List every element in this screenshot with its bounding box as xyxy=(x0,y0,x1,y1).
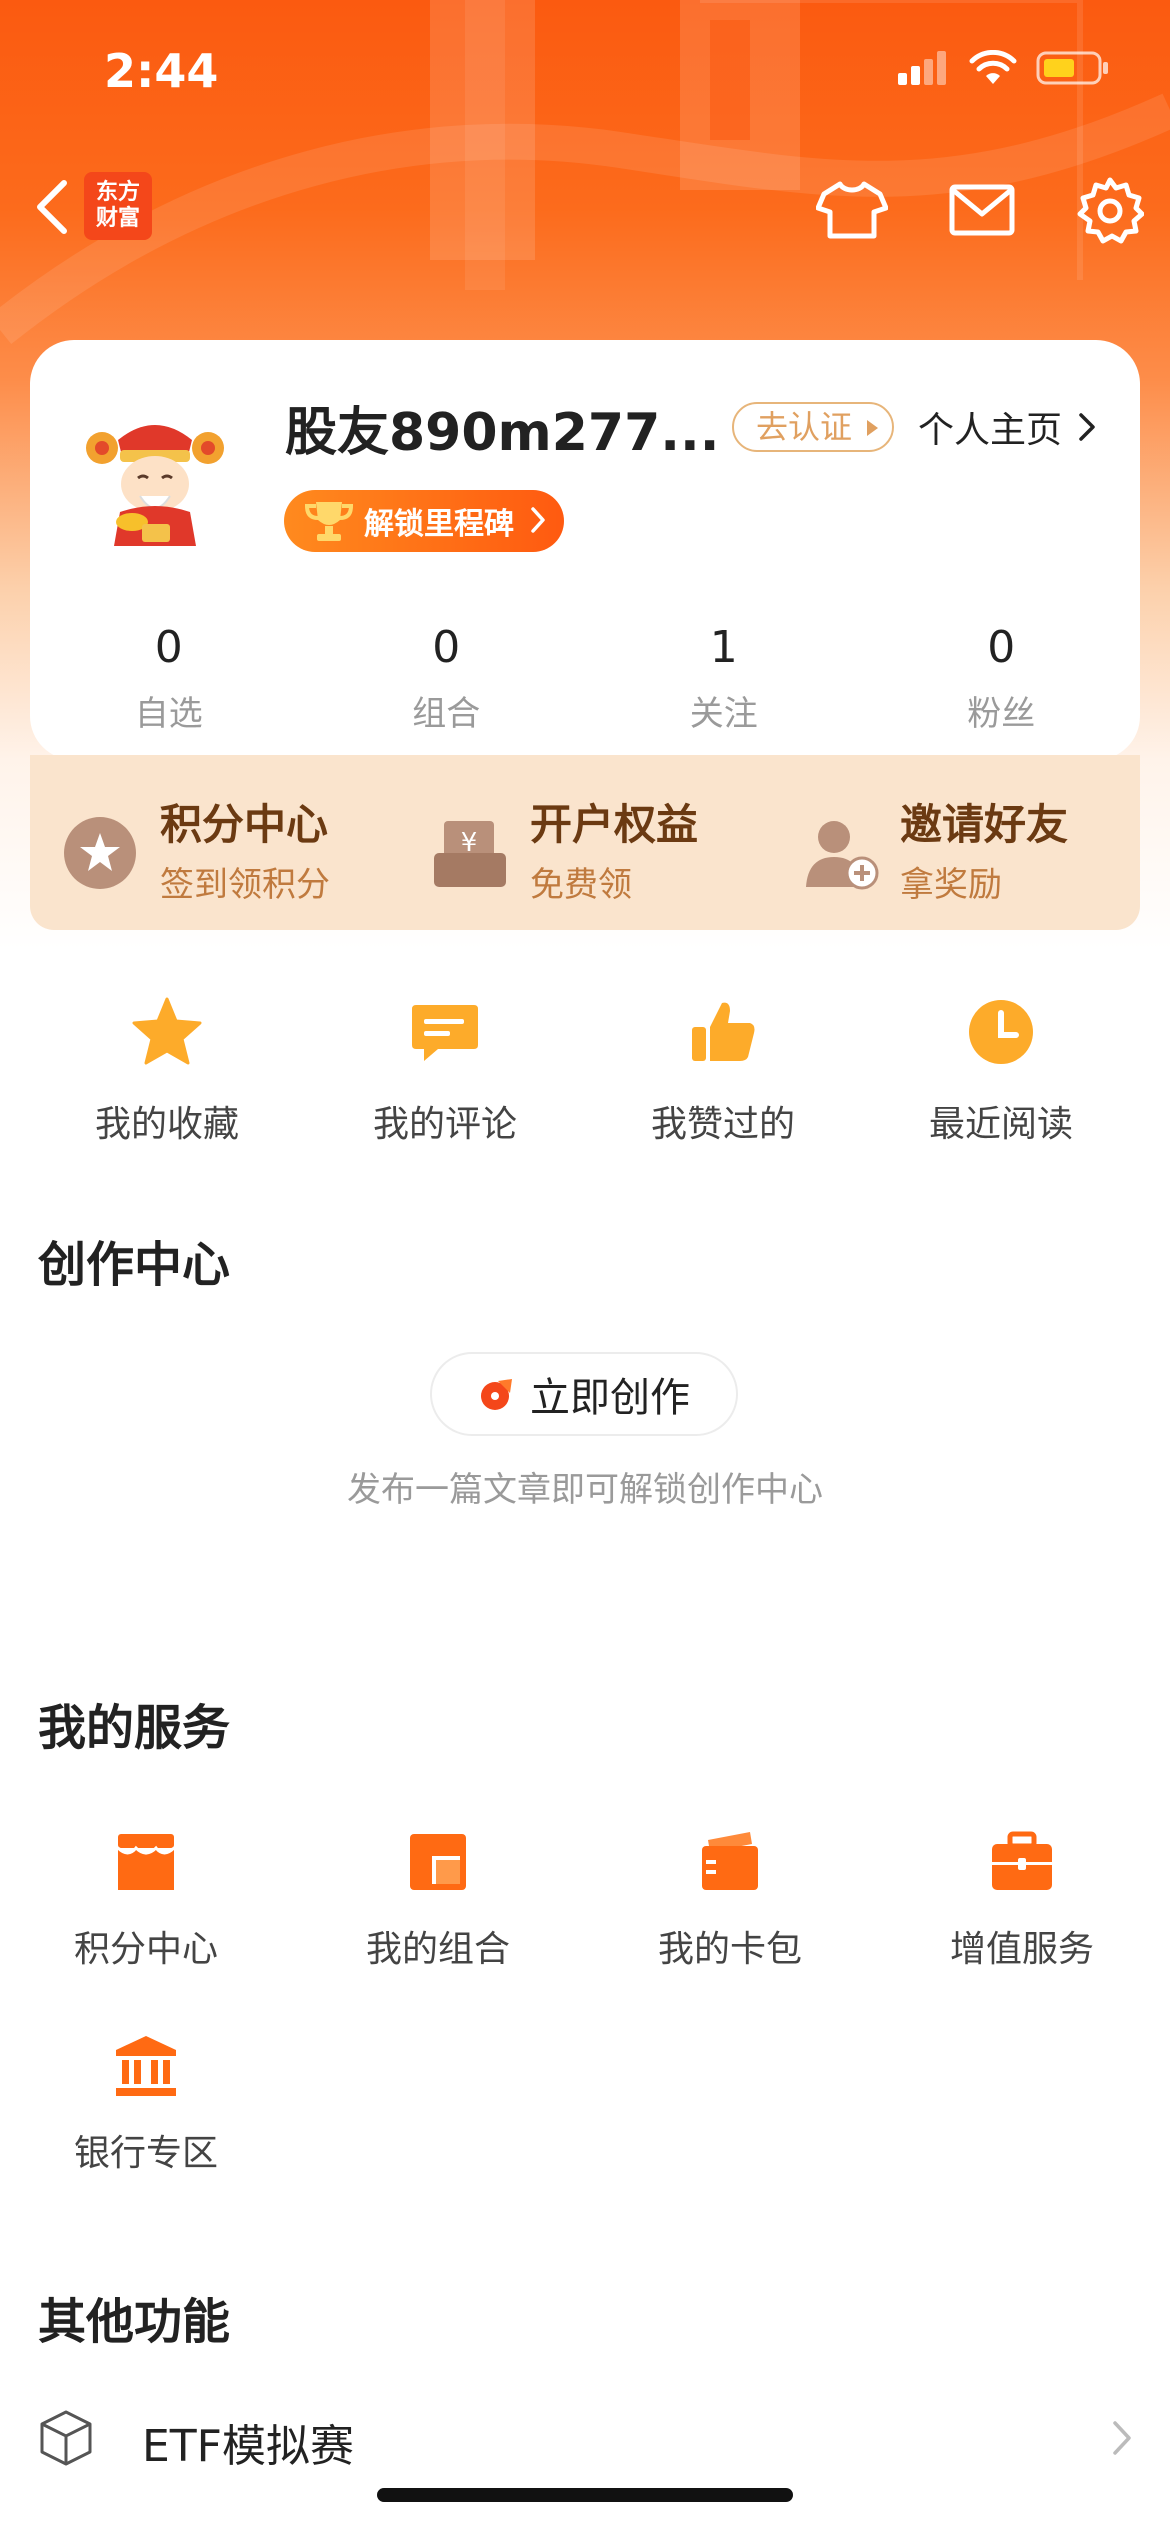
stat-value: 0 xyxy=(432,622,461,673)
etf-label: ETF模拟赛 xyxy=(142,2421,354,2472)
stat-label: 粉丝 xyxy=(967,694,1036,734)
back-button[interactable] xyxy=(24,172,80,242)
benefit-subtitle: 签到领积分 xyxy=(160,865,330,905)
bank-icon xyxy=(116,2036,176,2096)
avatar[interactable] xyxy=(80,400,230,550)
card-wallet-icon xyxy=(702,1832,758,1890)
tshirt-icon xyxy=(816,181,888,239)
battery-icon xyxy=(1036,51,1108,85)
gear-icon xyxy=(1077,177,1144,244)
etf-simulation-row[interactable]: ETF模拟赛 xyxy=(0,2390,1170,2486)
yuan-box-icon: ¥ xyxy=(434,821,506,887)
service-label: 我的组合 xyxy=(365,1929,510,1970)
wifi-icon xyxy=(969,50,1017,84)
portfolio-icon xyxy=(410,1834,466,1890)
homepage-label: 个人主页 xyxy=(918,410,1063,451)
home-indicator[interactable] xyxy=(377,2488,793,2502)
status-time: 2:44 xyxy=(104,44,219,98)
add-friend-icon xyxy=(806,821,879,890)
verify-label: 去认证 xyxy=(756,408,853,446)
stat-label: 自选 xyxy=(134,694,203,734)
chevron-right-icon xyxy=(1113,2421,1131,2455)
stat-watchlist[interactable]: 0 自选 xyxy=(30,620,308,735)
username: 股友890m277... xyxy=(285,403,720,463)
pen-icon xyxy=(481,1379,512,1410)
service-label: 增值服务 xyxy=(949,1929,1094,1970)
create-now-button[interactable]: 立即创作 xyxy=(430,1352,738,1436)
service-label: 银行专区 xyxy=(73,2133,218,2174)
profile-card: 股友890m277... 去认证 个人主页 解锁里程碑 0 自选 0 组合 1 … xyxy=(30,340,1140,760)
briefcase-icon xyxy=(992,1831,1052,1890)
trophy-icon xyxy=(304,502,354,541)
verify-button[interactable]: 去认证 xyxy=(732,402,895,452)
quick-label: 最近阅读 xyxy=(928,1104,1073,1145)
theme-button[interactable] xyxy=(812,170,892,250)
stat-label: 组合 xyxy=(412,694,481,734)
service-label: 积分中心 xyxy=(73,1929,218,1970)
stat-value: 0 xyxy=(154,622,183,673)
quick-actions: 我的收藏 我的评论 我赞过的 最近阅读 xyxy=(0,995,1170,1147)
service-card-wallet[interactable]: 我的卡包 xyxy=(600,1830,860,1972)
benefits-strip: 积分中心 签到领积分 ¥ 开户权益 免费领 邀请好友 拿奖励 xyxy=(30,755,1140,930)
stat-portfolio[interactable]: 0 组合 xyxy=(308,620,586,735)
recent-reading[interactable]: 最近阅读 xyxy=(862,995,1140,1147)
homepage-link[interactable]: 个人主页 xyxy=(918,402,1096,452)
star-badge-icon xyxy=(64,817,136,889)
my-favorites[interactable]: 我的收藏 xyxy=(28,995,306,1147)
quick-label: 我赞过的 xyxy=(650,1104,795,1145)
quick-label: 我的收藏 xyxy=(94,1104,239,1145)
clock-icon xyxy=(969,1000,1033,1064)
milestone-label: 解锁里程碑 xyxy=(364,507,514,542)
brand-logo: 东方 财富 xyxy=(84,172,152,240)
stat-value: 1 xyxy=(709,622,738,673)
service-bank-zone[interactable]: 银行专区 xyxy=(16,2034,276,2176)
benefit-subtitle: 拿奖励 xyxy=(900,865,1002,905)
settings-button[interactable] xyxy=(1070,170,1150,250)
quick-label: 我的评论 xyxy=(372,1104,517,1145)
chevron-left-icon xyxy=(37,180,67,234)
stats-row: 0 自选 0 组合 1 关注 0 粉丝 xyxy=(30,620,1140,735)
service-my-portfolio[interactable]: 我的组合 xyxy=(308,1830,568,1972)
my-comments[interactable]: 我的评论 xyxy=(306,995,584,1147)
mail-icon xyxy=(949,184,1015,236)
create-now-label: 立即创作 xyxy=(530,1375,690,1421)
brand-line-1: 东方 xyxy=(95,180,140,205)
stat-value: 0 xyxy=(987,622,1016,673)
benefit-title: 开户权益 xyxy=(530,800,699,849)
service-label: 我的卡包 xyxy=(657,1929,802,1970)
status-icons xyxy=(898,50,1110,86)
messages-button[interactable] xyxy=(942,170,1022,250)
create-center-hint: 发布一篇文章即可解锁创作中心 xyxy=(347,1470,823,1510)
comment-icon xyxy=(412,1005,478,1061)
service-points-center[interactable]: 积分中心 xyxy=(16,1830,276,1972)
benefit-subtitle: 免费领 xyxy=(530,865,632,905)
service-value-added[interactable]: 增值服务 xyxy=(892,1830,1152,1972)
benefit-account-perks[interactable]: ¥ 开户权益 免费领 xyxy=(400,755,770,930)
chevron-right-icon xyxy=(531,507,545,533)
benefit-points-center[interactable]: 积分中心 签到领积分 xyxy=(30,755,400,930)
benefit-invite-friends[interactable]: 邀请好友 拿奖励 xyxy=(770,755,1140,930)
chevron-right-icon xyxy=(1079,413,1095,441)
brand-line-2: 财富 xyxy=(95,206,140,231)
other-functions-title: 其他功能 xyxy=(38,2294,231,2350)
thumbs-up-icon xyxy=(692,1002,755,1061)
liked-items[interactable]: 我赞过的 xyxy=(584,995,862,1147)
stat-label: 关注 xyxy=(689,694,758,734)
stat-followers[interactable]: 0 粉丝 xyxy=(863,620,1141,735)
unlock-milestone-button[interactable]: 解锁里程碑 xyxy=(284,490,564,552)
benefit-title: 积分中心 xyxy=(160,800,329,849)
etf-cube-icon xyxy=(40,2410,92,2466)
services-title: 我的服务 xyxy=(38,1700,231,1756)
signal-icon xyxy=(898,51,946,85)
stat-following[interactable]: 1 关注 xyxy=(585,620,863,735)
create-center-title: 创作中心 xyxy=(38,1237,231,1293)
star-icon xyxy=(132,997,202,1065)
benefit-title: 邀请好友 xyxy=(900,800,1069,849)
caret-right-icon xyxy=(867,420,879,436)
store-icon xyxy=(116,1834,176,1890)
